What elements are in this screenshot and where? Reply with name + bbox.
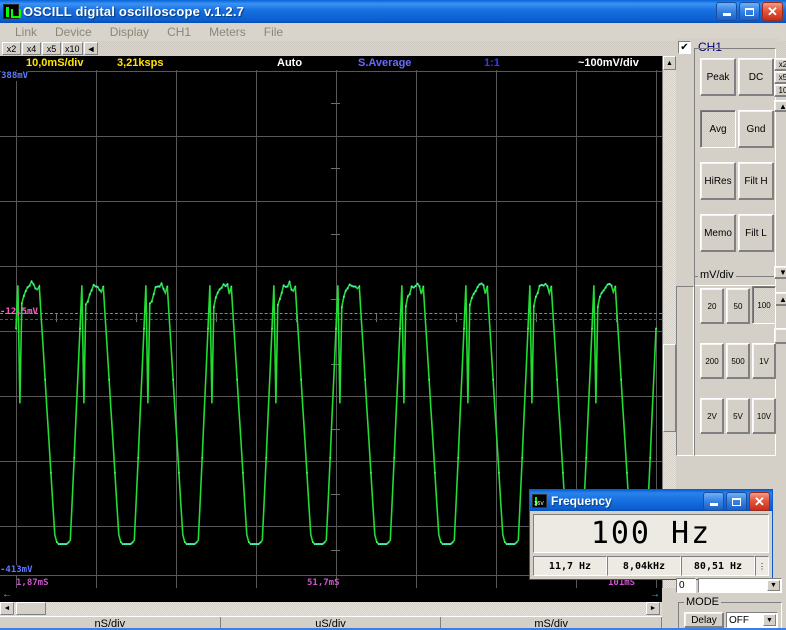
scope-horizontal-scrollbar[interactable]: ◄ ► bbox=[0, 602, 662, 616]
toolbar-prev-arrow-icon[interactable]: ◄ bbox=[83, 42, 99, 55]
range-extra-button[interactable] bbox=[774, 328, 786, 344]
meter-icon bbox=[532, 493, 547, 508]
probe-zoom-up-arrow-icon[interactable]: ▲ bbox=[774, 100, 786, 112]
frequency-min-readout: 11,7 Hz bbox=[533, 556, 607, 576]
oscilloscope-icon bbox=[3, 4, 21, 19]
range-1v-button[interactable]: 1V bbox=[752, 343, 776, 379]
minimize-button[interactable] bbox=[716, 2, 737, 21]
hscroll-right-button[interactable]: ► bbox=[646, 602, 660, 615]
memo-button[interactable]: Memo bbox=[700, 214, 736, 252]
delay-value-field[interactable]: 0 bbox=[676, 578, 696, 593]
status-probe: 1:1 bbox=[484, 57, 500, 69]
label-bottom-voltage: -413mV bbox=[0, 565, 33, 575]
close-button[interactable]: ✕ bbox=[762, 2, 783, 21]
gnd-button[interactable]: Gnd bbox=[738, 110, 774, 148]
frequency-window-controls: ✕ bbox=[703, 492, 770, 511]
avg-button[interactable]: Avg bbox=[700, 110, 736, 148]
mode-state-value: OFF bbox=[729, 614, 749, 626]
frequency-titlebar: Frequency ✕ bbox=[530, 490, 772, 511]
frequency-readout-panel: 100 Hz bbox=[533, 514, 769, 553]
menu-item-file[interactable]: File bbox=[255, 24, 292, 40]
peak-button[interactable]: Peak bbox=[700, 58, 736, 96]
probe-zoom-x10-button[interactable]: 10 bbox=[774, 84, 786, 97]
window-controls: ✕ bbox=[716, 2, 783, 21]
range-500-button[interactable]: 500 bbox=[726, 343, 750, 379]
ch1-enable-checkbox[interactable]: ✔ bbox=[678, 41, 691, 54]
range-50-button[interactable]: 50 bbox=[726, 288, 750, 324]
hires-button[interactable]: HiRes bbox=[700, 162, 736, 200]
status-acquisition: S.Average bbox=[358, 57, 412, 69]
frequency-window-title: Frequency bbox=[551, 493, 612, 508]
probe-zoom-x5-button[interactable]: x5 bbox=[774, 71, 786, 84]
delay-button[interactable]: Delay bbox=[684, 612, 724, 628]
window-title: OSCILL digital oscilloscope v.1.2.7 bbox=[23, 4, 245, 19]
range-5v-button[interactable]: 5V bbox=[726, 398, 750, 434]
toolbar-zoom-x2[interactable]: x2 bbox=[2, 42, 21, 55]
mode-state-select[interactable]: OFF ▼ bbox=[726, 612, 778, 628]
menu-bar: Link Device Display CH1 Meters File bbox=[0, 23, 786, 41]
chevron-down-icon[interactable]: ▼ bbox=[763, 614, 776, 626]
maximize-button[interactable] bbox=[739, 2, 760, 21]
frequency-max-readout: 8,04kHz bbox=[607, 556, 681, 576]
menu-item-device[interactable]: Device bbox=[46, 24, 101, 40]
minimize-icon bbox=[722, 12, 731, 16]
range-100-button[interactable]: 100 bbox=[752, 286, 776, 324]
pan-left-arrow-icon[interactable]: ← bbox=[2, 590, 12, 600]
close-icon: ✕ bbox=[754, 493, 765, 509]
probe-zoom-x2-button[interactable]: x2 bbox=[774, 58, 786, 71]
frequency-options-button[interactable]: ⋮ bbox=[755, 556, 769, 576]
range-20-button[interactable]: 20 bbox=[700, 288, 724, 324]
scrollbar-up-button[interactable]: ▲ bbox=[663, 56, 676, 70]
checkmark-icon: ✔ bbox=[680, 42, 689, 53]
delay-select[interactable]: ▼ bbox=[698, 578, 782, 593]
minimize-icon bbox=[709, 502, 718, 506]
mode-group: MODE Delay OFF ▼ bbox=[678, 596, 782, 630]
hscroll-left-button[interactable]: ◄ bbox=[0, 602, 14, 615]
filt-h-button[interactable]: Filt H bbox=[738, 162, 774, 200]
label-cursor-voltage: -12,5mV bbox=[0, 307, 38, 317]
status-timebase: 10,0mS/div bbox=[26, 57, 84, 69]
frequency-close-button[interactable]: ✕ bbox=[749, 492, 770, 511]
menu-item-display[interactable]: Display bbox=[101, 24, 158, 40]
window-titlebar: OSCILL digital oscilloscope v.1.2.7 ✕ bbox=[0, 0, 786, 23]
pan-right-arrow-icon[interactable]: → bbox=[650, 590, 660, 600]
status-voltsdiv: ~100mV/div bbox=[578, 57, 639, 69]
hscroll-thumb[interactable] bbox=[16, 602, 46, 615]
frequency-footer: 11,7 Hz 8,04kHz 80,51 Hz ⋮ bbox=[533, 556, 769, 576]
range-2v-button[interactable]: 2V bbox=[700, 398, 724, 434]
dc-button[interactable]: DC bbox=[738, 58, 774, 96]
frequency-maximize-button[interactable] bbox=[726, 492, 747, 511]
range-group-title: mV/div bbox=[698, 269, 736, 281]
range-dropdown-arrow-icon[interactable]: ▼ bbox=[774, 266, 786, 279]
frequency-value: 100 Hz bbox=[590, 516, 712, 551]
mode-group-title: MODE bbox=[684, 596, 721, 608]
maximize-icon bbox=[732, 497, 741, 506]
range-200-button[interactable]: 200 bbox=[700, 343, 724, 379]
frequency-minimize-button[interactable] bbox=[703, 492, 724, 511]
panel-side-frame bbox=[676, 286, 694, 456]
scope-pan-strip[interactable]: ← → bbox=[0, 588, 662, 602]
toolbar-zoom-x5[interactable]: x5 bbox=[42, 42, 61, 55]
toolbar-zoom-x10[interactable]: x10 bbox=[62, 42, 83, 55]
oscilloscope-app: OSCILL digital oscilloscope v.1.2.7 ✕ Li… bbox=[0, 0, 786, 630]
zoom-toolbar: x2 x4 x5 x10 ◄ bbox=[0, 41, 786, 56]
label-time-center: 51,7mS bbox=[307, 578, 340, 588]
status-trigger-mode: Auto bbox=[277, 57, 303, 69]
maximize-icon bbox=[745, 7, 754, 16]
menu-item-ch1[interactable]: CH1 bbox=[158, 24, 200, 40]
range-10v-button[interactable]: 10V bbox=[752, 398, 776, 434]
chevron-down-icon[interactable]: ▼ bbox=[767, 580, 780, 591]
filt-l-button[interactable]: Filt L bbox=[738, 214, 774, 252]
frequency-avg-readout: 80,51 Hz bbox=[681, 556, 755, 576]
toolbar-zoom-x4[interactable]: x4 bbox=[22, 42, 41, 55]
close-icon: ✕ bbox=[767, 3, 778, 19]
menu-item-link[interactable]: Link bbox=[6, 24, 46, 40]
scrollbar-thumb[interactable] bbox=[663, 344, 676, 432]
menu-item-meters[interactable]: Meters bbox=[200, 24, 255, 40]
scope-status-bar: 10,0mS/div 3,21ksps Auto S.Average 1:1 ~… bbox=[0, 56, 662, 70]
label-top-voltage: 388mV bbox=[1, 71, 29, 81]
status-samplerate: 3,21ksps bbox=[117, 57, 164, 69]
frequency-window[interactable]: Frequency ✕ 100 Hz 11,7 Hz 8,04kHz 80,51… bbox=[529, 489, 773, 580]
label-time-left: 1,87mS bbox=[16, 578, 49, 588]
